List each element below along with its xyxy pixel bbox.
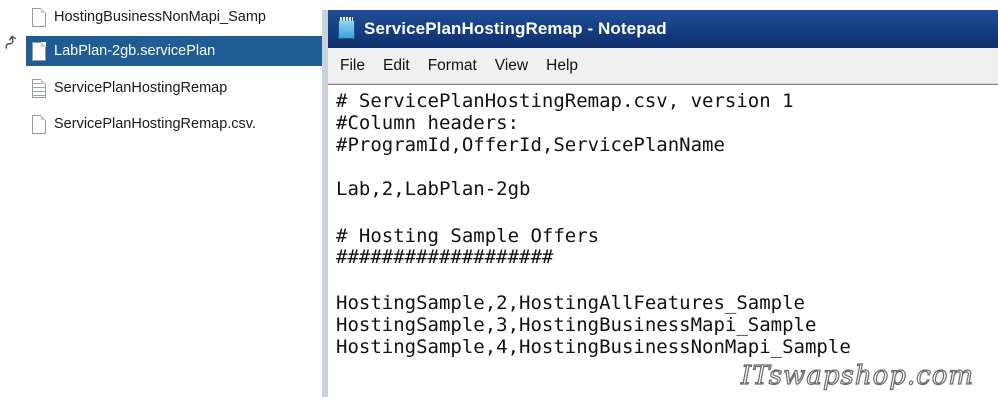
file-icon — [32, 7, 46, 27]
file-icon — [32, 114, 46, 134]
menu-bar: File Edit Format View Help — [328, 48, 998, 84]
nav-arrow-icon: ↝ — [0, 30, 23, 55]
editor-line: HostingSample,3,HostingBusinessMapi_Samp… — [336, 314, 817, 336]
file-item-label: HostingBusinessNonMapi_Samp — [54, 9, 266, 25]
editor-line: # Hosting Sample Offers — [336, 225, 600, 247]
file-item-label: ServicePlanHostingRemap.csv. — [54, 116, 257, 132]
editor-line: HostingSample,4,HostingBusinessNonMapi_S… — [336, 336, 851, 358]
watermark-logo: ITswapshop.com — [740, 360, 974, 391]
editor-line: # ServicePlanHostingRemap.csv, version 1 — [336, 90, 794, 112]
text-file-icon — [32, 78, 46, 98]
menu-view[interactable]: View — [489, 57, 534, 75]
file-icon — [32, 41, 46, 61]
menu-help[interactable]: Help — [540, 57, 584, 75]
file-explorer-pane: ↝ HostingBusinessNonMapi_Samp LabPlan-2g… — [0, 0, 330, 397]
file-item-label: LabPlan-2gb.servicePlan — [54, 43, 216, 59]
menu-file[interactable]: File — [334, 57, 371, 75]
menu-format[interactable]: Format — [422, 57, 483, 75]
menu-edit[interactable]: Edit — [377, 57, 416, 75]
file-item-labplan-serviceplan[interactable]: LabPlan-2gb.servicePlan — [26, 36, 326, 66]
editor-line: #ProgramId,OfferId,ServicePlanName — [336, 134, 725, 156]
text-editor-area[interactable]: # ServicePlanHostingRemap.csv, version 1… — [328, 84, 998, 397]
file-item-serviceplanhostingremap-csv[interactable]: ServicePlanHostingRemap.csv. — [26, 109, 326, 139]
notepad-icon[interactable] — [338, 16, 355, 39]
file-item-serviceplanhostingremap[interactable]: ServicePlanHostingRemap — [26, 73, 326, 103]
window-title: ServicePlanHostingRemap - Notepad — [364, 19, 667, 38]
editor-line: ################### — [336, 246, 554, 268]
file-item-label: ServicePlanHostingRemap — [54, 80, 228, 96]
editor-line: Lab,2,LabPlan-2gb — [336, 178, 531, 200]
notepad-window: ServicePlanHostingRemap - Notepad File E… — [322, 10, 998, 397]
title-bar[interactable]: ServicePlanHostingRemap - Notepad — [328, 10, 998, 48]
editor-line: #Column headers: — [336, 112, 520, 134]
editor-line: HostingSample,2,HostingAllFeatures_Sampl… — [336, 292, 805, 314]
file-item-hostingbusinessnonmapi[interactable]: HostingBusinessNonMapi_Samp — [26, 2, 326, 32]
